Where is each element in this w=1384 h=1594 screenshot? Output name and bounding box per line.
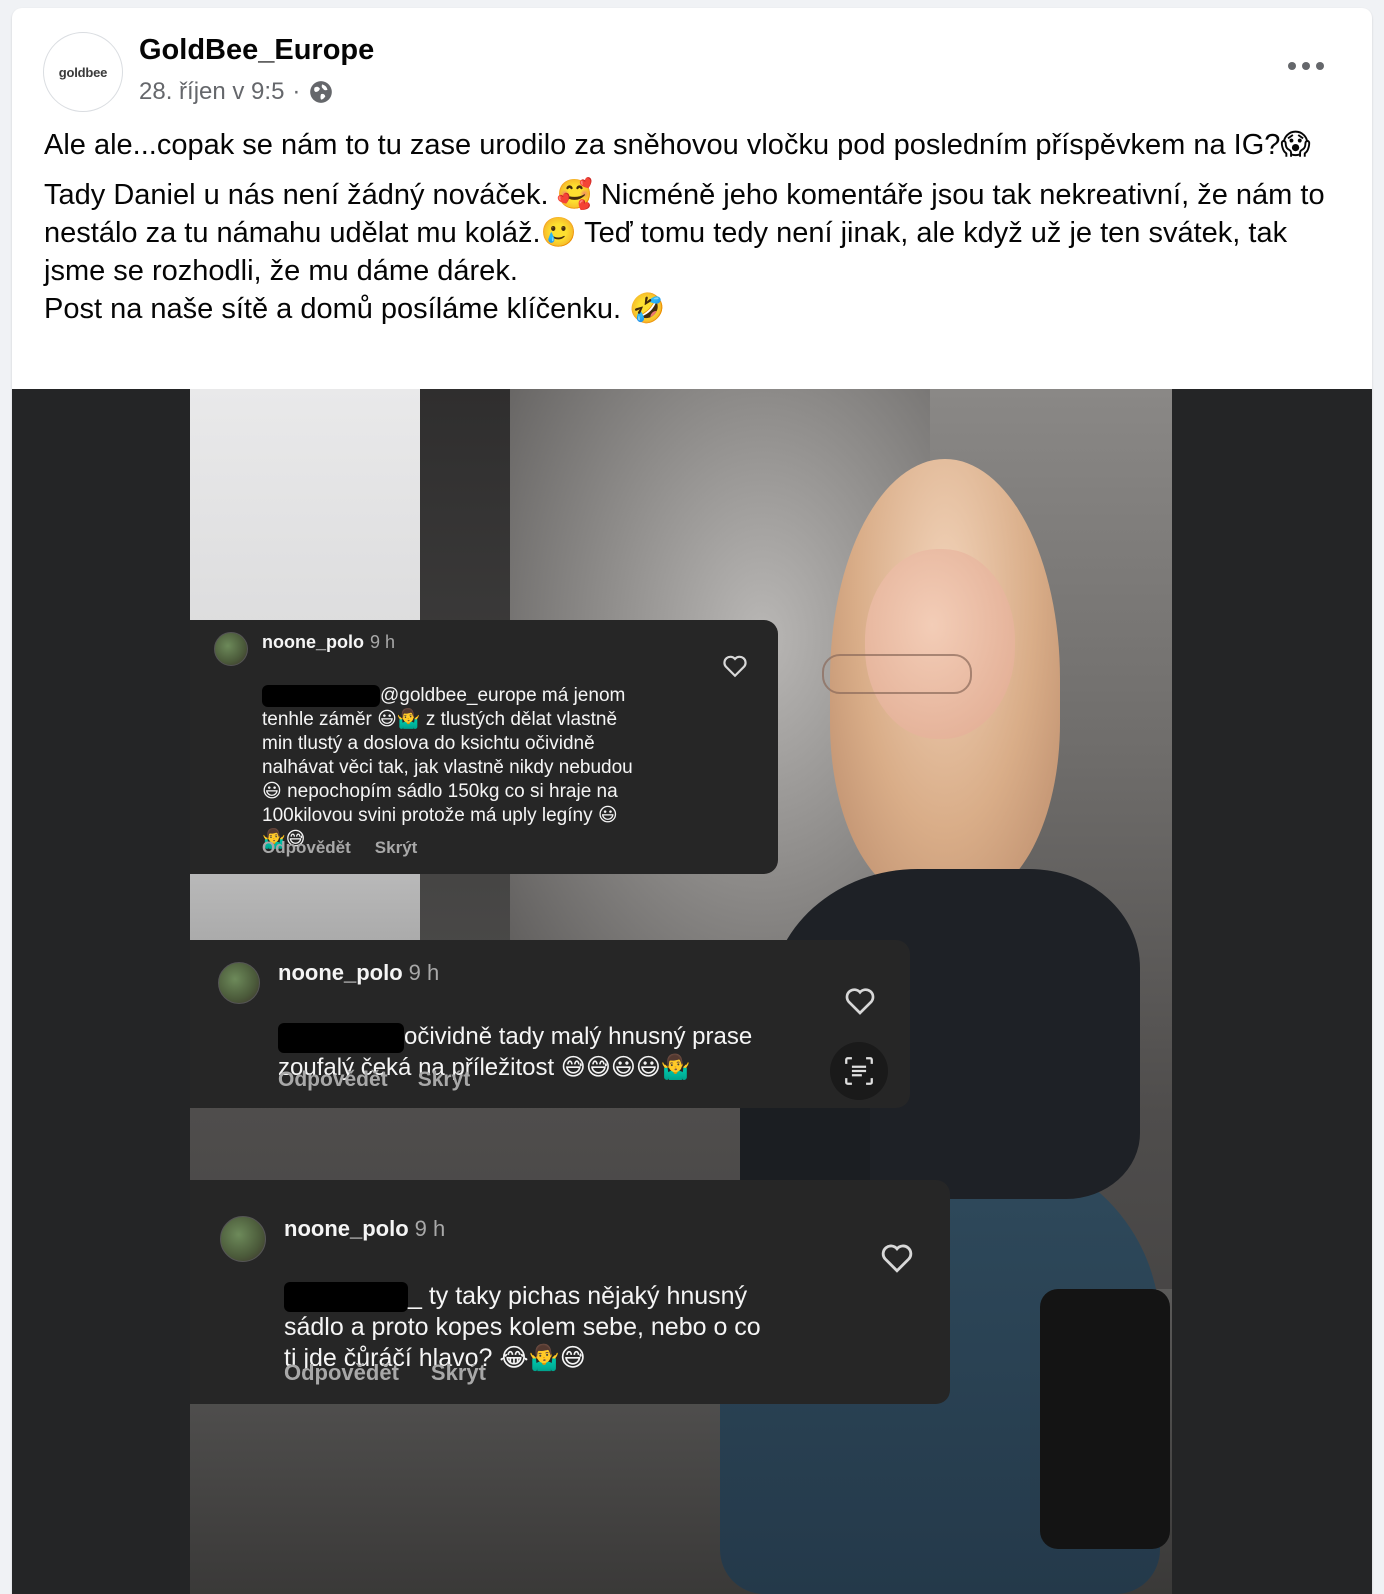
post-paragraph-2: Tady Daniel u nás není žádný nováček. 🥰 … <box>44 179 1325 287</box>
heart-icon[interactable] <box>880 1242 914 1274</box>
heart-icon[interactable] <box>722 654 748 678</box>
redacted-name <box>284 1282 408 1313</box>
comment-text: @goldbee_europe má jenom tenhle záměr 😃🤷… <box>262 684 633 850</box>
page-avatar[interactable]: goldbee <box>43 32 123 112</box>
scan-text-icon[interactable] <box>830 1042 888 1100</box>
comment-actions: Odpovědět Skrýt <box>284 1360 486 1386</box>
more-options-icon[interactable] <box>1288 56 1324 76</box>
comment-text: _ ty taky pichas nějaký hnusný sádlo a p… <box>284 1282 761 1373</box>
hide-button[interactable]: Skrýt <box>418 1068 471 1092</box>
comment-time: 9 h <box>370 632 396 652</box>
post-timestamp[interactable]: 28. říjen v 9:5 <box>139 78 284 106</box>
post-paragraph-3: Post na naše sítě a domů posíláme klíčen… <box>44 293 666 325</box>
comment-username[interactable]: noone_polo 9 h <box>278 960 439 986</box>
hide-button[interactable]: Skrýt <box>431 1360 486 1386</box>
redacted-name <box>278 1022 404 1053</box>
commenter-avatar <box>218 962 260 1004</box>
post-photo[interactable]: noone_polo 9 h @goldbee_europe má jenom t… <box>190 389 1172 1594</box>
comment-actions: Odpovědět Skrýt <box>262 838 417 858</box>
post-paragraph-1: Ale ale...copak se nám to tu zase urodil… <box>44 129 1311 161</box>
hide-button[interactable]: Skrýt <box>375 838 418 858</box>
page-name[interactable]: GoldBee_Europe <box>139 34 374 67</box>
instagram-comment-1: noone_polo 9 h @goldbee_europe má jenom t… <box>190 620 778 874</box>
reply-button[interactable]: Odpovědět <box>262 838 351 858</box>
comment-username[interactable]: noone_polo 9 h <box>284 1216 445 1242</box>
post-meta: 28. říjen v 9:5 · <box>139 78 334 106</box>
instagram-comment-2: noone_polo 9 h očividně tady malý hnusný … <box>190 940 910 1108</box>
post-text: Ale ale...copak se nám to tu zase urodil… <box>44 126 1344 340</box>
commenter-avatar <box>214 632 248 666</box>
commenter-avatar <box>220 1216 266 1262</box>
post-header: goldbee GoldBee_Europe 28. říjen v 9:5 · <box>12 8 1372 118</box>
redacted-name <box>262 684 380 707</box>
comment-username[interactable]: noone_polo 9 h <box>262 632 395 653</box>
meta-separator: · <box>292 78 301 105</box>
goldbee-logo: goldbee <box>58 64 108 80</box>
comment-actions: Odpovědět Skrýt <box>278 1068 470 1092</box>
comment-time: 9 h <box>408 960 440 985</box>
comment-time: 9 h <box>414 1216 446 1241</box>
reply-button[interactable]: Odpovědět <box>278 1068 388 1092</box>
heart-icon[interactable] <box>844 986 876 1016</box>
instagram-comment-3: noone_polo 9 h _ ty taky pichas nějaký hn… <box>190 1180 950 1404</box>
post-media[interactable]: noone_polo 9 h @goldbee_europe má jenom t… <box>12 389 1372 1594</box>
globe-icon[interactable] <box>308 79 334 105</box>
reply-button[interactable]: Odpovědět <box>284 1360 399 1386</box>
facebook-post: goldbee GoldBee_Europe 28. říjen v 9:5 ·… <box>12 8 1372 1594</box>
